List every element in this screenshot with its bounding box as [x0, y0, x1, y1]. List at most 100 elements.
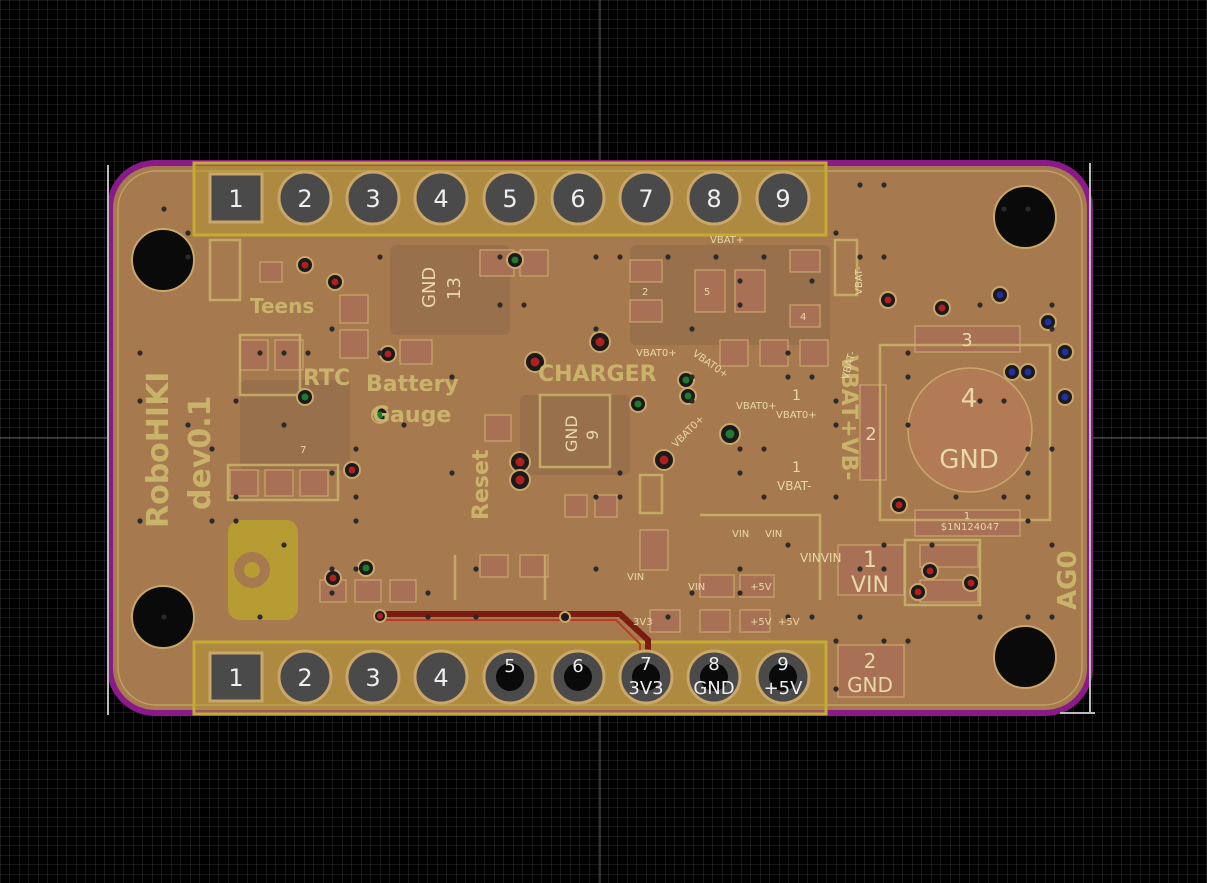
- label-robohiki: RoboHIKI: [141, 372, 176, 528]
- stitch-via: [1001, 206, 1007, 212]
- stitch-via: [281, 350, 287, 356]
- robot-logo: [228, 520, 298, 620]
- stitch-via: [857, 614, 863, 620]
- stitch-via: [785, 350, 791, 356]
- top-pin-6[interactable]: 6: [550, 170, 606, 226]
- stitch-via: [1025, 446, 1031, 452]
- stitch-via: [353, 518, 359, 524]
- bottom-pin-9[interactable]: 9 +5V: [755, 649, 811, 705]
- label-pin-13: 13: [444, 277, 465, 300]
- stitch-via: [785, 542, 791, 548]
- stitch-via: [881, 254, 887, 260]
- bottom-pin-net: 3V3: [628, 678, 663, 699]
- net-label: VIN: [765, 529, 782, 540]
- stitch-via: [209, 518, 215, 524]
- stitch-via: [1049, 302, 1055, 308]
- top-pin-2[interactable]: 2: [277, 170, 333, 226]
- stitch-via: [953, 494, 959, 500]
- net-label: 3V3: [633, 617, 653, 628]
- bottom-pin-7[interactable]: 7 3V3: [618, 649, 674, 705]
- top-header[interactable]: 1 2 3 4 5 6 7 8 9: [208, 170, 811, 226]
- label-pad-3: 3: [961, 330, 972, 351]
- stitch-via: [881, 182, 887, 188]
- top-pin-label: 5: [502, 185, 517, 213]
- net-label: +5V: [778, 617, 800, 628]
- net-label: 1: [792, 388, 801, 404]
- stitch-via: [833, 686, 839, 692]
- stitch-via: [137, 350, 143, 356]
- bottom-pin-2[interactable]: 2: [277, 649, 333, 705]
- top-pin-3[interactable]: 3: [345, 170, 401, 226]
- stitch-via: [233, 518, 239, 524]
- label-battery-pin: 4: [961, 384, 978, 414]
- label-teens: Teens: [250, 294, 314, 318]
- stitch-via: [929, 542, 935, 548]
- stitch-via: [665, 254, 671, 260]
- net-label: VINVIN: [800, 551, 841, 565]
- bottom-pin-1[interactable]: 1: [208, 651, 264, 703]
- net-label: VBAT+: [710, 235, 744, 246]
- bottom-pin-4[interactable]: 4: [413, 649, 469, 705]
- stitch-via: [353, 494, 359, 500]
- net-label: 1: [792, 460, 801, 476]
- top-pin-8[interactable]: 8: [686, 170, 742, 226]
- top-pin-9[interactable]: 9: [755, 170, 811, 226]
- bottom-pin-label: 9: [777, 654, 788, 675]
- stitch-via: [977, 302, 983, 308]
- top-pin-label: 9: [775, 185, 790, 213]
- top-pin-7[interactable]: 7: [618, 170, 674, 226]
- stitch-via: [1049, 446, 1055, 452]
- top-pin-4[interactable]: 4: [413, 170, 469, 226]
- stitch-via: [689, 398, 695, 404]
- stitch-via: [617, 494, 623, 500]
- bottom-pin-label: 6: [572, 656, 583, 677]
- stitch-via: [449, 470, 455, 476]
- stitch-via: [881, 542, 887, 548]
- net-label: VIN: [688, 582, 705, 593]
- stitch-via: [593, 254, 599, 260]
- bottom-pin-label: 8: [708, 654, 719, 675]
- stitch-via: [809, 374, 815, 380]
- stitch-via: [665, 614, 671, 620]
- stitch-via: [833, 638, 839, 644]
- net-label: 5: [704, 287, 710, 298]
- stitch-via: [761, 254, 767, 260]
- bottom-header[interactable]: 1 2 3 4 5 6 7 3V3 8 GND 9 +5V: [208, 649, 811, 705]
- stitch-via: [905, 350, 911, 356]
- stitch-via: [977, 398, 983, 404]
- stitch-via: [1025, 470, 1031, 476]
- top-pin-5[interactable]: 5: [482, 170, 538, 226]
- label-gnd-pin: 2: [864, 649, 877, 673]
- stitch-via: [353, 446, 359, 452]
- bottom-pin-8[interactable]: 8 GND: [686, 649, 742, 705]
- stitch-via: [377, 254, 383, 260]
- stitch-via: [161, 206, 167, 212]
- stitch-via: [185, 230, 191, 236]
- pcb-editor-canvas[interactable]: 1 2 3 4 5 6 7 8 9 1 2 3 4 5 6 7 3V3 8 GN…: [0, 0, 1207, 883]
- label-gnd-9: GND: [562, 415, 581, 452]
- stitch-via: [857, 182, 863, 188]
- bottom-pin-3[interactable]: 3: [345, 649, 401, 705]
- stitch-via: [377, 350, 383, 356]
- bottom-pin-5[interactable]: 5: [482, 649, 538, 705]
- stitch-via: [185, 254, 191, 260]
- bottom-pin-6[interactable]: 6: [550, 649, 606, 705]
- top-pin-1[interactable]: 1: [208, 172, 264, 224]
- mount-hole-top-left: [131, 228, 195, 292]
- stitch-via: [593, 494, 599, 500]
- top-pin-label: 3: [365, 185, 380, 213]
- label-gauge: Gauge: [372, 403, 451, 428]
- stitch-via: [329, 326, 335, 332]
- stitch-via: [1049, 542, 1055, 548]
- stitch-via: [1049, 326, 1055, 332]
- stitch-via: [257, 350, 263, 356]
- stitch-via: [737, 590, 743, 596]
- stitch-via: [737, 566, 743, 572]
- stitch-via: [473, 566, 479, 572]
- top-pin-label: 6: [570, 185, 585, 213]
- top-pin-label: 4: [433, 185, 448, 213]
- stitch-via: [857, 566, 863, 572]
- label-reset: Reset: [469, 449, 494, 520]
- stitch-via: [1001, 494, 1007, 500]
- stitch-via: [785, 374, 791, 380]
